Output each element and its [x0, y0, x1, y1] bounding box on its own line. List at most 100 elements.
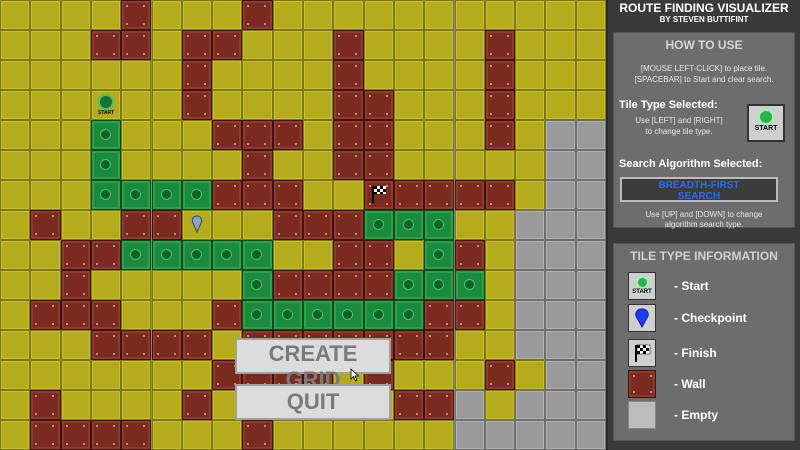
visited-tile[interactable] — [0, 90, 31, 120]
visited-tile[interactable] — [393, 90, 425, 120]
wall-tile[interactable] — [424, 390, 455, 420]
visited-tile[interactable] — [212, 60, 243, 90]
visited-tile[interactable] — [303, 0, 334, 30]
path-tile[interactable] — [151, 240, 182, 270]
visited-tile[interactable] — [242, 90, 273, 120]
visited-tile[interactable] — [454, 330, 485, 360]
empty-tile[interactable] — [515, 240, 546, 270]
empty-tile[interactable] — [545, 270, 576, 300]
algorithm-selector[interactable]: BREADTH-FIRST SEARCH — [620, 177, 778, 202]
visited-tile[interactable] — [60, 360, 91, 390]
visited-tile[interactable] — [303, 150, 334, 180]
visited-tile[interactable] — [272, 240, 303, 270]
quit-button[interactable]: QUIT — [235, 384, 391, 420]
visited-tile[interactable] — [121, 390, 152, 420]
visited-tile[interactable] — [151, 270, 182, 300]
visited-tile[interactable] — [212, 420, 243, 450]
wall-tile[interactable] — [424, 330, 455, 360]
visited-tile[interactable] — [454, 360, 485, 390]
empty-tile[interactable] — [575, 180, 606, 210]
visited-tile[interactable] — [393, 0, 425, 30]
visited-tile[interactable] — [30, 120, 61, 150]
visited-tile[interactable] — [121, 150, 152, 180]
path-tile[interactable] — [90, 180, 122, 210]
visited-tile[interactable] — [212, 0, 243, 30]
visited-tile[interactable] — [60, 120, 91, 150]
wall-tile[interactable] — [60, 300, 91, 330]
wall-tile[interactable] — [484, 120, 516, 150]
wall-tile[interactable] — [151, 210, 182, 240]
visited-tile[interactable] — [424, 30, 455, 60]
empty-tile[interactable] — [575, 210, 606, 240]
wall-tile[interactable] — [272, 180, 303, 210]
empty-tile[interactable] — [575, 150, 606, 180]
visited-tile[interactable] — [454, 60, 485, 90]
visited-tile[interactable] — [454, 90, 485, 120]
create-grid-button[interactable]: CREATE GRID — [235, 338, 391, 392]
visited-tile[interactable] — [181, 360, 213, 390]
wall-tile[interactable] — [242, 150, 273, 180]
visited-tile[interactable] — [30, 60, 61, 90]
visited-tile[interactable] — [484, 150, 516, 180]
wall-tile[interactable] — [242, 0, 273, 30]
wall-tile[interactable] — [424, 180, 455, 210]
visited-tile[interactable] — [30, 180, 61, 210]
wall-tile[interactable] — [272, 270, 303, 300]
visited-tile[interactable] — [90, 210, 122, 240]
wall-tile[interactable] — [242, 420, 273, 450]
visited-tile[interactable] — [424, 150, 455, 180]
empty-tile[interactable] — [575, 300, 606, 330]
visited-tile[interactable] — [515, 150, 546, 180]
path-tile[interactable] — [363, 210, 394, 240]
visited-tile[interactable] — [303, 420, 334, 450]
visited-tile[interactable] — [393, 360, 425, 390]
wall-tile[interactable] — [424, 300, 455, 330]
path-tile[interactable] — [181, 240, 213, 270]
path-tile[interactable] — [303, 300, 334, 330]
wall-tile[interactable] — [121, 0, 152, 30]
empty-tile[interactable] — [545, 330, 576, 360]
wall-tile[interactable] — [484, 180, 516, 210]
visited-tile[interactable] — [151, 0, 182, 30]
empty-tile[interactable] — [545, 210, 576, 240]
wall-tile[interactable] — [454, 180, 485, 210]
visited-tile[interactable] — [242, 60, 273, 90]
visited-tile[interactable] — [363, 0, 394, 30]
visited-tile[interactable] — [90, 60, 122, 90]
visited-tile[interactable] — [151, 300, 182, 330]
visited-tile[interactable] — [30, 90, 61, 120]
empty-tile[interactable] — [545, 390, 576, 420]
empty-tile[interactable] — [515, 330, 546, 360]
wall-tile[interactable] — [242, 180, 273, 210]
visited-tile[interactable] — [0, 300, 31, 330]
empty-tile[interactable] — [545, 420, 576, 450]
wall-tile[interactable] — [484, 360, 516, 390]
visited-tile[interactable] — [393, 60, 425, 90]
visited-tile[interactable] — [484, 300, 516, 330]
visited-tile[interactable] — [515, 180, 546, 210]
wall-tile[interactable] — [454, 300, 485, 330]
visited-tile[interactable] — [0, 30, 31, 60]
visited-tile[interactable] — [90, 360, 122, 390]
visited-tile[interactable] — [0, 240, 31, 270]
wall-tile[interactable] — [121, 420, 152, 450]
wall-tile[interactable] — [181, 330, 213, 360]
visited-tile[interactable] — [303, 60, 334, 90]
visited-tile[interactable] — [121, 60, 152, 90]
wall-tile[interactable] — [303, 270, 334, 300]
visited-tile[interactable] — [181, 270, 213, 300]
visited-tile[interactable] — [90, 390, 122, 420]
visited-tile[interactable] — [393, 240, 425, 270]
wall-tile[interactable] — [181, 30, 213, 60]
empty-tile[interactable] — [575, 270, 606, 300]
visited-tile[interactable] — [60, 0, 91, 30]
visited-tile[interactable] — [515, 60, 546, 90]
visited-tile[interactable] — [484, 210, 516, 240]
wall-tile[interactable] — [90, 420, 122, 450]
visited-tile[interactable] — [0, 360, 31, 390]
visited-tile[interactable] — [60, 60, 91, 90]
path-tile[interactable] — [272, 300, 303, 330]
visited-tile[interactable] — [60, 150, 91, 180]
visited-tile[interactable] — [515, 90, 546, 120]
visited-tile[interactable] — [393, 120, 425, 150]
